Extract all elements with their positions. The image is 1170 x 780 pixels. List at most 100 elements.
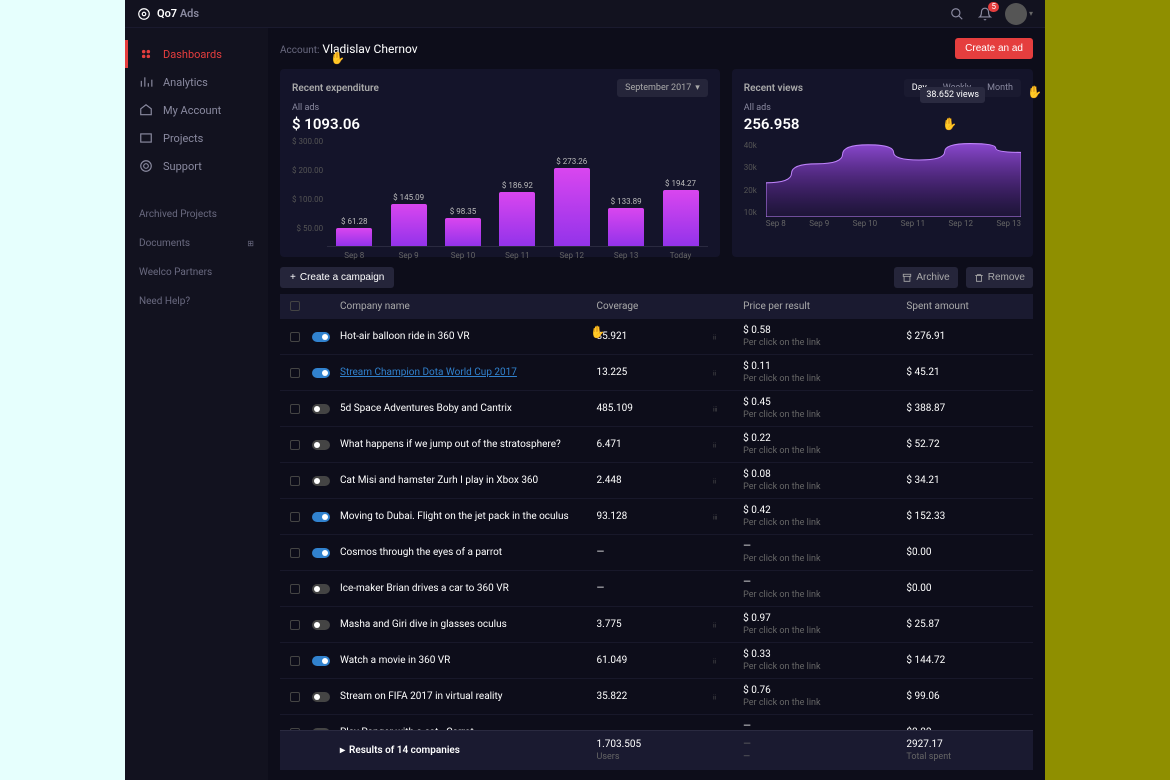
table-row[interactable]: Stream on FIFA 2017 in virtual reality 3… [280, 679, 1033, 715]
create-campaign-label: Create a campaign [300, 272, 385, 283]
sidebar-sub-archived-projects[interactable]: Archived Projects [125, 200, 268, 229]
brand-suffix: Ads [180, 7, 199, 20]
row-price-sub: Per click on the link [743, 698, 906, 708]
row-toggle[interactable] [312, 440, 330, 450]
chevron-down-icon: ▾ [695, 83, 700, 93]
sidebar-item-projects[interactable]: Projects [125, 124, 268, 152]
row-price-sub: Per click on the link [743, 446, 906, 456]
row-toggle[interactable] [312, 404, 330, 414]
sidebar-sub-documents[interactable]: Documents⊞ [125, 229, 268, 258]
row-checkbox[interactable] [290, 332, 300, 342]
header-spent: Spent amount [906, 301, 1023, 312]
notifications-icon[interactable]: 5 [977, 6, 993, 22]
sidebar-item-dashboards[interactable]: Dashboards [125, 40, 268, 68]
create-ad-button[interactable]: Create an ad [955, 38, 1033, 59]
row-price: $ 0.33 [743, 649, 906, 660]
chart-bar: $ 194.27 [658, 179, 704, 246]
sidebar-sub-label: Weelco Partners [139, 267, 212, 278]
table-body[interactable]: Hot-air balloon ride in 360 VR 85.921 ᵢᵢ… [280, 319, 1033, 730]
chart-y-axis: $ 300.00$ 200.00$ 100.00$ 50.00 [292, 137, 327, 247]
select-all-checkbox[interactable] [290, 301, 300, 311]
archive-button[interactable]: Archive [894, 267, 957, 288]
row-price: $ 0.76 [743, 685, 906, 696]
row-checkbox[interactable] [290, 440, 300, 450]
bar-value: $ 194.27 [665, 179, 696, 188]
period-label: September 2017 [625, 83, 691, 93]
row-price: $ 0.58 [743, 325, 906, 336]
row-toggle[interactable] [312, 476, 330, 486]
sidebar-sub-weelco-partners[interactable]: Weelco Partners [125, 258, 268, 287]
row-toggle[interactable] [312, 584, 330, 594]
row-checkbox[interactable] [290, 512, 300, 522]
reach-icon: ᵢᵢ [713, 439, 743, 450]
app-window: Qo7 Ads 5 ▾ DashboardsAnalyticsMy Accoun… [125, 0, 1045, 780]
row-toggle[interactable] [312, 548, 330, 558]
trash-icon [974, 273, 984, 283]
table-row[interactable]: 5d Space Adventures Boby and Cantrix 485… [280, 391, 1033, 427]
table-header: Company name Coverage Price per result S… [280, 294, 1033, 319]
search-icon[interactable] [949, 6, 965, 22]
sidebar-item-support[interactable]: Support [125, 152, 268, 180]
decorative-frame-left [0, 0, 125, 780]
views-tooltip: 38.652 views [920, 87, 985, 103]
bar-value: $ 145.09 [393, 193, 424, 202]
row-checkbox[interactable] [290, 404, 300, 414]
bar-value: $ 186.92 [502, 181, 533, 190]
sidebar-sub-need-help-[interactable]: Need Help? [125, 287, 268, 316]
table-row[interactable]: Watch a movie in 360 VR 61.049 ᵢᵢ $ 0.33… [280, 643, 1033, 679]
header-name: Company name [340, 301, 597, 312]
remove-button[interactable]: Remove [966, 267, 1033, 288]
row-spent: $ 144.72 [906, 655, 1023, 666]
expand-icon: ⊞ [247, 239, 254, 248]
table-row[interactable]: Cosmos through the eyes of a parrot — — … [280, 535, 1033, 571]
chevron-down-icon[interactable]: ▾ [1029, 9, 1033, 18]
row-coverage: 3.775 [597, 619, 714, 630]
period-select[interactable]: September 2017 ▾ [617, 79, 708, 97]
row-toggle[interactable] [312, 692, 330, 702]
row-spent: $ 99.06 [906, 691, 1023, 702]
tab-month[interactable]: Month [979, 79, 1021, 97]
table-row[interactable]: Ice-maker Brian drives a car to 360 VR —… [280, 571, 1033, 607]
row-coverage: 93.128 [597, 511, 714, 522]
user-avatar[interactable] [1005, 3, 1027, 25]
row-coverage: 13.225 [597, 367, 714, 378]
remove-label: Remove [988, 272, 1025, 283]
row-toggle[interactable] [312, 656, 330, 666]
caret-right-icon: ▸ [340, 745, 345, 756]
table-row[interactable]: Stream Champion Dota World Cup 2017 13.2… [280, 355, 1033, 391]
table-row[interactable]: What happens if we jump out of the strat… [280, 427, 1033, 463]
table-row[interactable]: Masha and Giri dive in glasses oculus 3.… [280, 607, 1033, 643]
summary-coverage: 1.703.505 [597, 739, 714, 750]
row-name: Moving to Dubai. Flight on the jet pack … [340, 511, 597, 522]
row-checkbox[interactable] [290, 584, 300, 594]
table-row[interactable]: Moving to Dubai. Flight on the jet pack … [280, 499, 1033, 535]
row-price-sub: Per click on the link [743, 662, 906, 672]
row-name: 5d Space Adventures Boby and Cantrix [340, 403, 597, 414]
reach-icon: ᵢᵢ [713, 691, 743, 702]
sidebar-item-label: Support [163, 160, 202, 173]
row-toggle[interactable] [312, 512, 330, 522]
dashboard-icon [139, 47, 153, 61]
summary-price: — [743, 739, 906, 750]
table-row[interactable]: Cat Misi and hamster Zurh I play in Xbox… [280, 463, 1033, 499]
row-price-sub: Per click on the link [743, 338, 906, 348]
create-campaign-button[interactable]: + Create a campaign [280, 267, 394, 288]
row-checkbox[interactable] [290, 476, 300, 486]
reach-icon: ᵢᵢ [713, 655, 743, 666]
row-toggle[interactable] [312, 332, 330, 342]
row-toggle[interactable] [312, 620, 330, 630]
row-checkbox[interactable] [290, 692, 300, 702]
row-toggle[interactable] [312, 728, 330, 731]
row-coverage: 35.822 [597, 691, 714, 702]
row-toggle[interactable] [312, 368, 330, 378]
row-spent: $ 52.72 [906, 439, 1023, 450]
table-row[interactable]: Play Panger with a cat - Carrot — — Per … [280, 715, 1033, 730]
sidebar-item-analytics[interactable]: Analytics [125, 68, 268, 96]
sidebar-item-my-account[interactable]: My Account [125, 96, 268, 124]
table-row[interactable]: Hot-air balloon ride in 360 VR 85.921 ᵢᵢ… [280, 319, 1033, 355]
row-checkbox[interactable] [290, 548, 300, 558]
row-checkbox[interactable] [290, 368, 300, 378]
sidebar-sub-label: Need Help? [139, 296, 190, 307]
row-checkbox[interactable] [290, 620, 300, 630]
row-checkbox[interactable] [290, 656, 300, 666]
